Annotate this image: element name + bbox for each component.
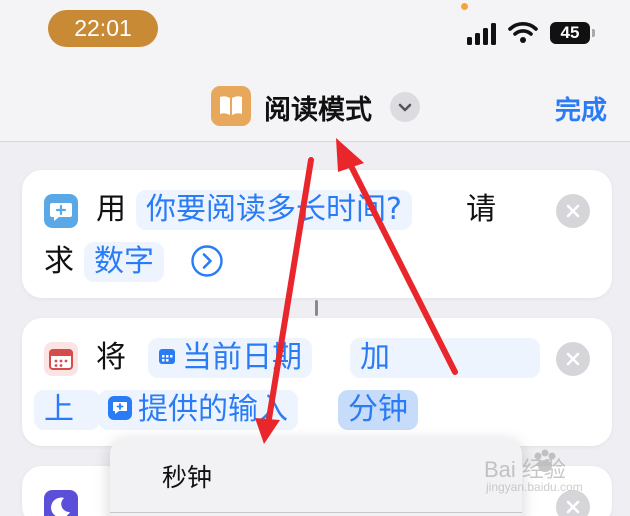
status-time[interactable]: 22:01 (48, 10, 158, 47)
current-date-label: 当前日期 (182, 340, 302, 375)
close-icon (566, 500, 580, 514)
chevron-down-icon (398, 103, 412, 112)
close-icon (566, 352, 580, 366)
action-connector (315, 300, 318, 316)
menu-item-seconds[interactable]: 秒钟 (162, 458, 212, 494)
signal-icon (467, 23, 496, 45)
moon-icon (44, 490, 78, 516)
message-icon (44, 194, 78, 228)
remove-action-button[interactable] (556, 342, 590, 376)
adjust-date-action[interactable]: 将 当前日期 加 上 提供的输入 分钟 (22, 318, 612, 446)
title-menu-button[interactable] (390, 92, 420, 122)
ask-for-input-action[interactable]: 用 你要阅读多长时间? 请 求 数字 (22, 170, 612, 298)
verb-use: 用 (96, 192, 126, 227)
wifi-icon (508, 22, 538, 43)
calendar-icon (44, 342, 78, 376)
remove-action-button[interactable] (556, 194, 590, 228)
verb-request-part2: 求 (44, 244, 74, 279)
menu-divider (110, 512, 522, 513)
unit-dropdown-menu: 秒钟 (110, 438, 522, 516)
battery-indicator: 45 (550, 22, 590, 44)
calendar-icon (159, 348, 175, 364)
provided-input-token[interactable]: 提供的输入 (98, 390, 298, 430)
message-icon (108, 395, 132, 420)
watermark-url: jingyan.baidu.com (486, 480, 583, 494)
close-icon (566, 204, 580, 218)
book-icon (220, 96, 242, 115)
done-button[interactable]: 完成 (555, 90, 607, 127)
prompt-token[interactable]: 你要阅读多长时间? (136, 190, 412, 230)
baidu-watermark: Bai 经验 jingyan.baidu.com (484, 448, 624, 498)
chevron-right-circle-icon[interactable] (190, 244, 224, 278)
verb-take: 将 (96, 340, 126, 375)
shortcut-icon[interactable] (211, 86, 251, 126)
verb-request-part1: 请 (466, 192, 496, 227)
provided-input-label: 提供的输入 (138, 392, 288, 427)
paw-icon (534, 449, 556, 472)
privacy-indicator-dot (461, 3, 468, 10)
operation-token-cont[interactable]: 上 (34, 390, 100, 430)
operation-token[interactable]: 加 (350, 338, 540, 378)
input-type-token[interactable]: 数字 (84, 242, 164, 282)
nav-bar: 阅读模式 完成 (0, 60, 630, 142)
status-bar: 22:01 45 (0, 0, 630, 60)
shortcut-title[interactable]: 阅读模式 (264, 88, 372, 127)
unit-token[interactable]: 分钟 (338, 390, 418, 430)
current-date-token[interactable]: 当前日期 (148, 338, 312, 378)
battery-tip (592, 29, 595, 37)
